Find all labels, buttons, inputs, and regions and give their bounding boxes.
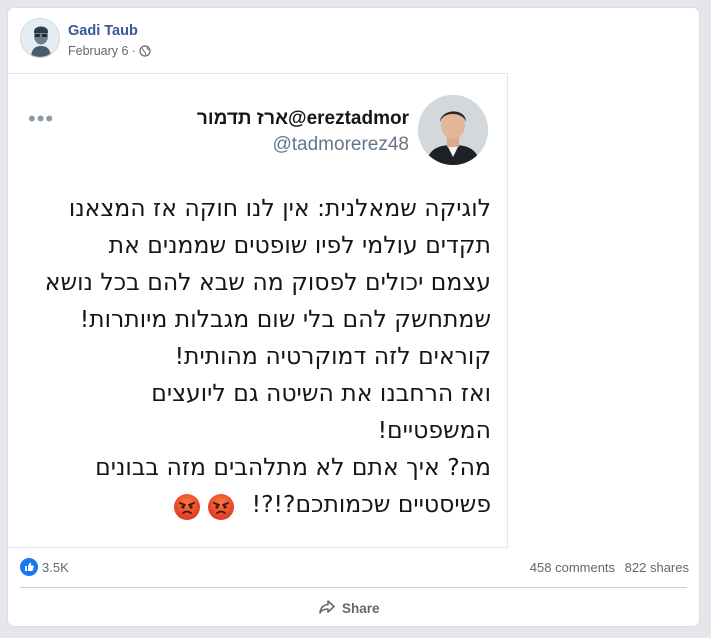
emoji-row <box>166 487 235 524</box>
author-name[interactable]: Gadi Taub <box>68 23 138 39</box>
like-reaction-icon[interactable] <box>20 558 38 576</box>
tweet-text: לוגיקה שמאלנית: אין לנו חוקה אז המצאנו ת… <box>21 190 491 524</box>
post-card: Gadi Taub February 6 · ••• ארז תדמור@ere… <box>7 7 700 627</box>
author-avatar-image <box>21 19 59 57</box>
tweet-line: מה? איך אתם לא מתלהבים מזה בבונים <box>95 453 491 481</box>
tweet-line: תקדים עולמי לפיו שופטים שממנים את <box>108 231 491 259</box>
meta-separator: · <box>131 44 136 58</box>
tweet-line: לוגיקה שמאלנית: אין לנו חוקה אז המצאנו <box>68 194 491 222</box>
more-dots-icon: ••• <box>28 106 55 131</box>
tweet-screenshot[interactable]: ••• ארז תדמור@ereztadmor @tadmorerez48 ל… <box>8 73 508 548</box>
post-stats: 3.5K 458 comments 822 shares <box>8 555 699 579</box>
tweet-last-line-text: פשיסטיים שכמותכם?!?! <box>251 490 491 518</box>
tweet-display-name: ארז תדמור@ereztadmor <box>196 108 409 129</box>
engagement-counts: 458 comments 822 shares <box>530 560 689 575</box>
tweet-line: עצמם יכולים לפסוק מה שבא להם בכל נושא <box>44 268 491 296</box>
comments-count[interactable]: 458 comments <box>530 560 615 575</box>
tweet-avatar <box>418 95 488 165</box>
tweet-last-line: פשיסטיים שכמותכם?!?! <box>21 486 491 524</box>
tweet-line: המשפטיים! <box>377 416 491 444</box>
angry-face-emoji <box>208 493 235 520</box>
divider <box>20 587 687 588</box>
tweet-line: ואז הרחבנו את השיטה גם ליועצים <box>151 379 491 407</box>
angry-face-emoji <box>174 493 201 520</box>
reaction-count[interactable]: 3.5K <box>42 560 69 575</box>
author-avatar[interactable] <box>20 18 60 58</box>
share-label: Share <box>342 600 380 616</box>
tweet-line: קוראים לזה דמוקרטיה מהותית! <box>174 342 491 370</box>
tweet-handle: @tadmorerez48 <box>272 134 409 155</box>
post-meta: February 6 · <box>68 44 151 58</box>
post-date[interactable]: February 6 <box>68 44 128 58</box>
globe-icon <box>139 45 151 57</box>
shares-count[interactable]: 822 shares <box>625 560 689 575</box>
share-icon <box>318 599 336 618</box>
share-button[interactable]: Share <box>318 594 398 622</box>
tweet-line: שמתחשק להם בלי שום מגבלות מיותרות! <box>79 305 491 333</box>
